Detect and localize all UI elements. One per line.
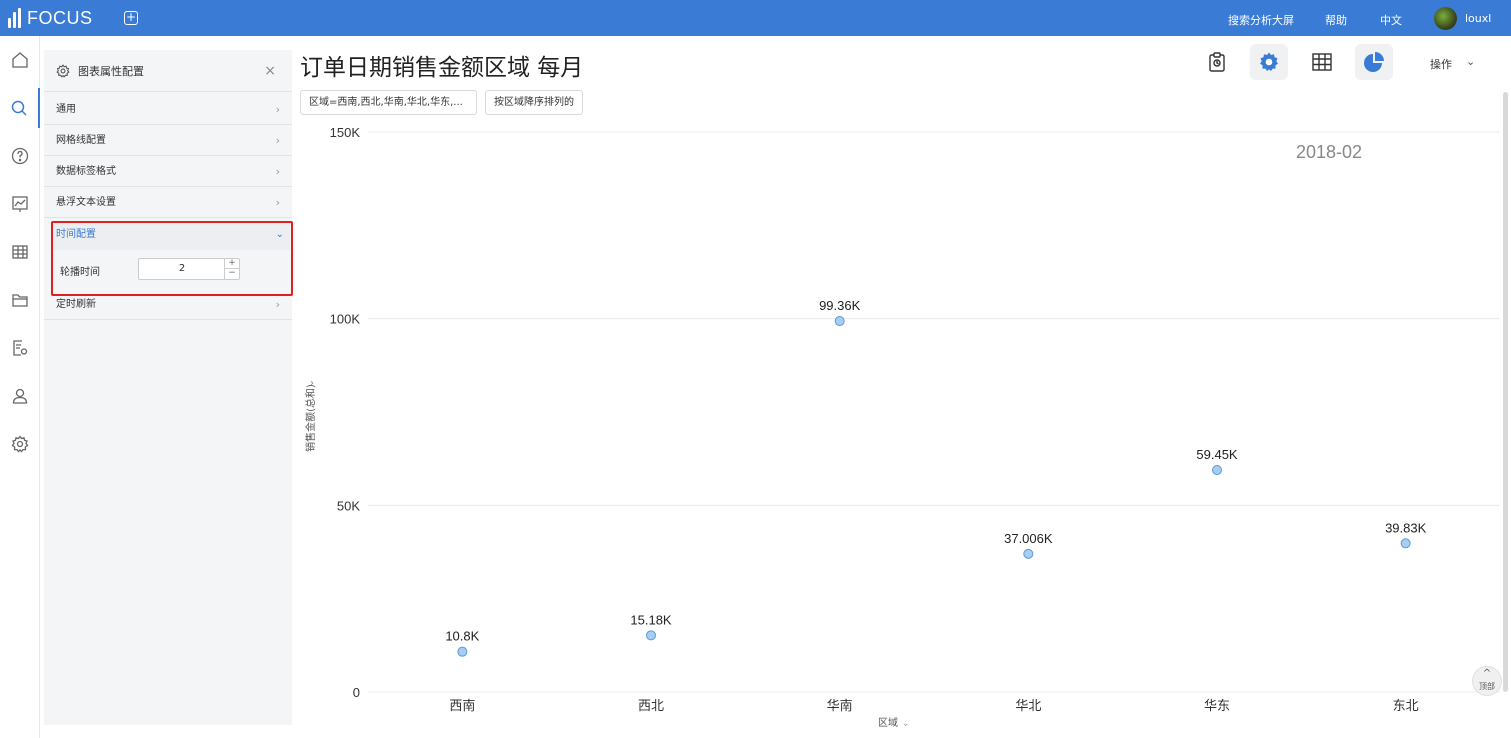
config-general-label: 通用	[56, 104, 76, 115]
user-avatar[interactable]	[1434, 7, 1457, 30]
config-gridlines-label: 网格线配置	[56, 135, 106, 146]
rail-home[interactable]	[0, 40, 40, 80]
table-icon	[12, 245, 28, 259]
x-category-label: 西南	[449, 698, 475, 714]
home-icon	[12, 52, 28, 68]
chart-annotation: 2018-02	[1296, 142, 1362, 162]
y-tick-label: 150K	[330, 125, 361, 140]
folder-icon	[12, 294, 28, 307]
chart-x-categories: 西南 西北 华南 华北 华东 东北	[449, 698, 1418, 714]
rail-help[interactable]	[0, 136, 40, 176]
x-category-label: 西北	[638, 699, 664, 714]
gear-icon	[11, 435, 29, 453]
new-tab-plus-icon[interactable]: +	[124, 11, 138, 25]
pie-chart-icon	[1364, 52, 1384, 72]
data-label: 37.006K	[1004, 531, 1053, 546]
table-icon	[1312, 53, 1332, 71]
gear-icon	[1260, 52, 1278, 71]
top-bar: FOCUS + 搜索分析大屏 帮助 中文 louxl	[0, 0, 1511, 36]
search-icon	[11, 100, 27, 116]
app-name: FOCUS	[27, 7, 93, 28]
chevron-right-icon: ›	[275, 103, 280, 116]
rail-report-settings[interactable]	[0, 328, 40, 368]
chart-settings-button[interactable]	[1250, 44, 1288, 80]
x-category-label: 华南	[827, 698, 853, 714]
vertical-scrollbar[interactable]	[1503, 92, 1508, 692]
gear-icon	[56, 63, 70, 78]
rail-user[interactable]	[0, 376, 40, 416]
config-data-label-label: 数据标签格式	[56, 166, 116, 177]
data-label: 59.45K	[1196, 447, 1238, 462]
app-logo[interactable]: FOCUS	[8, 6, 93, 30]
data-label: 99.36K	[819, 298, 861, 313]
clipboard-icon	[1209, 52, 1225, 72]
x-axis-chevron-icon[interactable]: ›	[900, 723, 910, 727]
config-gridlines[interactable]: 网格线配置 ›	[44, 125, 292, 156]
y-axis-label[interactable]: 销售金额(总和)	[304, 384, 317, 452]
data-point	[1023, 548, 1034, 559]
y-tick-label: 50K	[337, 498, 360, 513]
config-data-label[interactable]: 数据标签格式 ›	[44, 156, 292, 187]
data-label: 39.83K	[1385, 520, 1427, 535]
operations-menu[interactable]: 操作	[1430, 56, 1452, 72]
clipboard-button[interactable]	[1198, 44, 1236, 80]
panel-header: 图表属性配置 ×	[44, 50, 292, 92]
y-axis-chevron-icon[interactable]: ›	[310, 378, 314, 389]
scatter-chart: 0 50K 100K 150K 西南 西北 华南 华北 华东 东北 10.8K 15.18K 99.…	[304, 125, 1500, 729]
x-category-label: 华北	[1015, 699, 1041, 714]
config-general[interactable]: 通用 ›	[44, 94, 292, 125]
chart-board-icon	[12, 196, 28, 212]
chevron-right-icon: ›	[275, 134, 280, 147]
help-link[interactable]: 帮助	[1325, 12, 1347, 28]
back-to-top-label: 顶部	[1479, 682, 1495, 691]
user-name[interactable]: louxl	[1465, 12, 1491, 25]
config-tooltip-label: 悬浮文本设置	[56, 197, 116, 208]
chart-y-ticks: 0 50K 100K 150K	[330, 125, 361, 700]
chevron-down-icon[interactable]: ⌄	[1466, 55, 1475, 68]
x-category-label: 东北	[1393, 699, 1419, 714]
config-timed-refresh-label: 定时刷新	[56, 299, 96, 310]
report-gear-icon	[13, 340, 28, 356]
left-icon-rail	[0, 36, 40, 738]
chart-gridlines	[368, 131, 1500, 693]
data-label: 15.18K	[630, 612, 672, 627]
rail-table[interactable]	[0, 232, 40, 272]
filter-chip[interactable]: 区域=西南,西北,华南,华北,华东,...	[300, 90, 477, 115]
page-title: 订单日期销售金额区域 每月	[300, 55, 584, 81]
table-view-button[interactable]	[1303, 44, 1341, 80]
chevron-up-icon: ^	[1482, 668, 1492, 679]
chart-data-labels: 10.8K 15.18K 99.36K 37.006K 59.45K 39.83K	[445, 298, 1426, 644]
chart-points	[457, 316, 1411, 657]
data-point	[646, 630, 656, 641]
screen-analysis-link[interactable]: 搜索分析大屏	[1228, 12, 1294, 28]
rail-folder[interactable]	[0, 280, 40, 320]
chart-type-button[interactable]	[1355, 44, 1393, 80]
language-link[interactable]: 中文	[1380, 12, 1402, 28]
y-tick-label: 0	[353, 685, 360, 700]
data-point	[1212, 465, 1222, 476]
data-point	[834, 316, 845, 327]
highlight-box	[51, 221, 293, 296]
back-to-top-button[interactable]: ^ 顶部	[1472, 666, 1502, 696]
data-point	[457, 646, 468, 657]
x-category-label: 华东	[1204, 699, 1230, 714]
close-icon[interactable]: ×	[264, 63, 276, 79]
config-tooltip[interactable]: 悬浮文本设置 ›	[44, 187, 292, 218]
rail-search[interactable]	[0, 88, 40, 128]
rail-dashboard[interactable]	[0, 184, 40, 224]
sort-chip[interactable]: 按区域降序排列的	[485, 90, 583, 115]
chevron-right-icon: ›	[275, 196, 280, 209]
x-axis-label[interactable]: 区域	[878, 716, 898, 729]
user-icon	[12, 388, 28, 404]
chevron-right-icon: ›	[275, 165, 280, 178]
data-point	[1400, 538, 1411, 549]
chart-config-panel: 图表属性配置 × 通用 › 网格线配置 › 数据标签格式 › 悬浮文本设置 › 定时刷新…	[44, 50, 292, 725]
panel-title: 图表属性配置	[78, 64, 144, 78]
data-label: 10.8K	[445, 629, 479, 644]
y-tick-label: 100K	[330, 312, 361, 327]
rail-settings[interactable]	[0, 424, 40, 464]
question-icon	[11, 147, 29, 165]
logo-icon	[8, 8, 21, 28]
